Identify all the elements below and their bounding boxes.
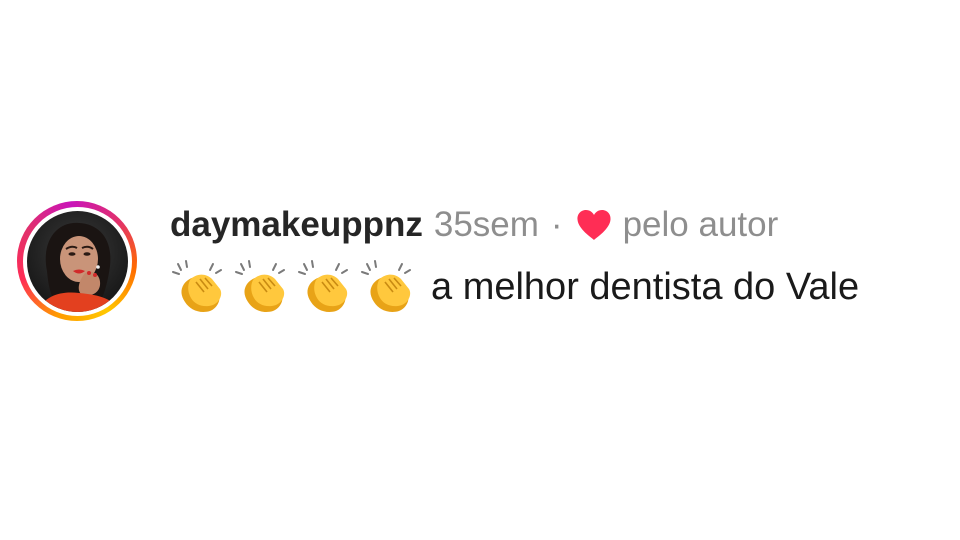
comment-text-row: a melhor dentista do Vale [170, 260, 859, 314]
comment-body: daymakeuppnz 35sem · pelo autor a melhor… [170, 203, 859, 314]
clap-emoji [172, 260, 222, 312]
separator-dot: · [550, 205, 563, 244]
comment-time[interactable]: 35sem [434, 205, 539, 245]
clap-emoji [361, 260, 411, 312]
username-link[interactable]: daymakeuppnz [170, 205, 423, 245]
clap-emoji [298, 260, 348, 312]
story-ring[interactable] [17, 201, 137, 321]
comment-meta: daymakeuppnz 35sem · pelo autor [170, 203, 859, 247]
heart-icon [577, 210, 611, 240]
comment-text: a melhor dentista do Vale [431, 265, 860, 308]
clap-emoji [235, 260, 285, 312]
liked-by-author-label: pelo autor [622, 205, 779, 244]
comment-row: daymakeuppnz 35sem · pelo autor a melhor… [17, 201, 859, 321]
avatar[interactable] [26, 210, 128, 312]
